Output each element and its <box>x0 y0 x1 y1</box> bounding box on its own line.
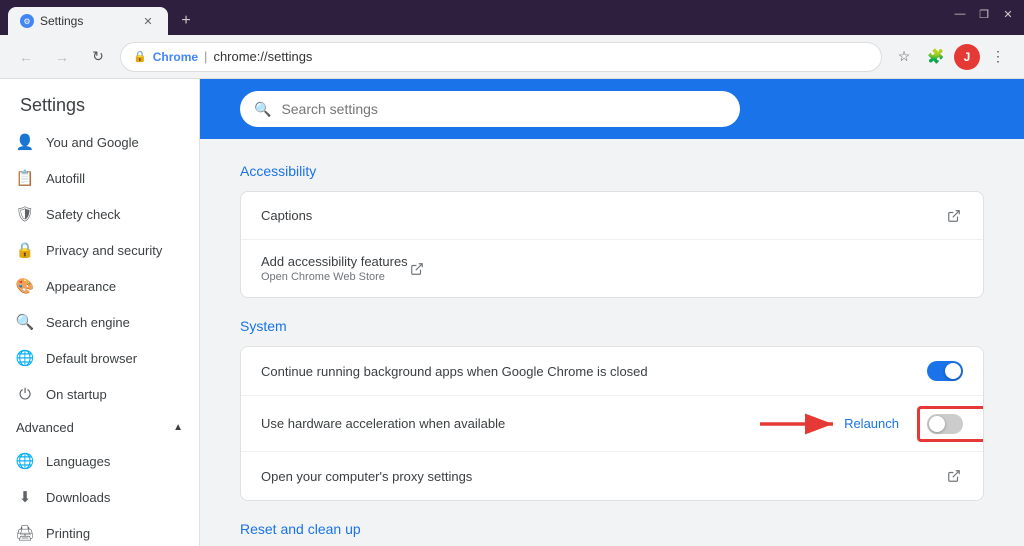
sidebar-item-you-and-google[interactable]: 👤 You and Google <box>0 124 199 160</box>
add-accessibility-label: Add accessibility features <box>261 254 408 269</box>
sidebar-label-printing: Printing <box>46 526 90 541</box>
hardware-acceleration-label: Use hardware acceleration when available <box>261 416 836 431</box>
sidebar-label-privacy: Privacy and security <box>46 243 162 258</box>
toolbar: ← → ↻ 🔒 Chrome | chrome://settings ☆ 🧩 J… <box>0 35 1024 79</box>
startup-icon: ⏻ <box>16 385 34 403</box>
hardware-acceleration-right: Relaunch <box>836 410 963 437</box>
sidebar-item-printing[interactable]: 🖨 Printing <box>0 515 199 546</box>
active-tab[interactable]: ⚙ Settings ✕ <box>8 7 168 35</box>
proxy-external-icon <box>945 467 963 485</box>
menu-button[interactable]: ⋮ <box>984 43 1012 71</box>
background-apps-toggle[interactable] <box>927 361 963 381</box>
search-icon: 🔍 <box>254 101 271 118</box>
forward-button[interactable]: → <box>48 43 76 71</box>
background-apps-toggle-area <box>927 361 963 381</box>
title-bar: ⚙ Settings ✕ + — ❐ ✕ <box>0 0 1024 35</box>
address-bar[interactable]: 🔒 Chrome | chrome://settings <box>120 42 882 72</box>
chrome-logo: Chrome <box>153 50 198 64</box>
add-accessibility-row[interactable]: Add accessibility features Open Chrome W… <box>241 240 983 297</box>
advanced-chevron: ▲ <box>173 422 183 433</box>
captions-external-icon <box>945 207 963 225</box>
add-accessibility-sublabel: Open Chrome Web Store <box>261 271 408 283</box>
relaunch-button[interactable]: Relaunch <box>836 410 907 437</box>
proxy-settings-label: Open your computer's proxy settings <box>261 469 945 484</box>
sidebar-item-safety-check[interactable]: 🛡 Safety check <box>0 196 199 232</box>
sidebar-label-autofill: Autofill <box>46 171 85 186</box>
appearance-icon: 🎨 <box>16 277 34 295</box>
background-apps-label: Continue running background apps when Go… <box>261 364 927 379</box>
settings-page: Settings 👤 You and Google 📋 Autofill 🛡 S… <box>0 79 1024 546</box>
restore-button[interactable]: ❐ <box>976 6 992 22</box>
proxy-settings-row[interactable]: Open your computer's proxy settings <box>241 452 983 500</box>
sidebar-item-downloads[interactable]: ⬇ Downloads <box>0 479 199 515</box>
captions-row[interactable]: Captions <box>241 192 983 240</box>
window-controls: — ❐ ✕ <box>952 6 1016 22</box>
print-icon: 🖨 <box>16 524 34 542</box>
languages-icon: 🌐 <box>16 452 34 470</box>
sidebar-item-privacy[interactable]: 🔒 Privacy and security <box>0 232 199 268</box>
minimize-button[interactable]: — <box>952 6 968 22</box>
advanced-section-header[interactable]: Advanced ▲ <box>0 412 199 443</box>
red-arrow-icon <box>755 404 845 444</box>
accessibility-card: Captions Add accessibility features Open… <box>240 191 984 298</box>
sidebar-label-you-and-google: You and Google <box>46 135 139 150</box>
search-box[interactable]: 🔍 <box>240 91 740 127</box>
advanced-label: Advanced <box>16 420 74 435</box>
reload-button[interactable]: ↻ <box>84 43 112 71</box>
sidebar-item-search-engine[interactable]: 🔍 Search engine <box>0 304 199 340</box>
hardware-acceleration-row[interactable]: Use hardware acceleration when available <box>241 396 983 452</box>
hardware-acceleration-toggle-knob <box>929 416 945 432</box>
hardware-acceleration-toggle[interactable] <box>927 414 963 434</box>
sidebar-label-safety-check: Safety check <box>46 207 120 222</box>
sidebar-label-downloads: Downloads <box>46 490 110 505</box>
browser-frame: ⚙ Settings ✕ + — ❐ ✕ ← → ↻ 🔒 Chrome | ch… <box>0 0 1024 546</box>
back-button[interactable]: ← <box>12 43 40 71</box>
reset-section-title: Reset and clean up <box>240 521 984 537</box>
sidebar-label-languages: Languages <box>46 454 110 469</box>
sidebar-label-search-engine: Search engine <box>46 315 130 330</box>
system-card: Continue running background apps when Go… <box>240 346 984 501</box>
lock-icon: 🔒 <box>133 50 147 63</box>
captions-label: Captions <box>261 208 945 223</box>
settings-search-bar: 🔍 <box>200 79 1024 139</box>
hardware-toggle-container <box>927 414 963 434</box>
bookmark-button[interactable]: ☆ <box>890 43 918 71</box>
profile-button[interactable]: J <box>954 44 980 70</box>
lock-nav-icon: 🔒 <box>16 241 34 259</box>
background-apps-row[interactable]: Continue running background apps when Go… <box>241 347 983 396</box>
sidebar-label-on-startup: On startup <box>46 387 107 402</box>
sidebar-item-default-browser[interactable]: 🌐 Default browser <box>0 340 199 376</box>
sidebar-item-autofill[interactable]: 📋 Autofill <box>0 160 199 196</box>
url-separator: | <box>204 49 207 64</box>
extensions-button[interactable]: 🧩 <box>922 43 950 71</box>
new-tab-button[interactable]: + <box>172 7 200 35</box>
person-icon: 👤 <box>16 133 34 151</box>
tab-title: Settings <box>40 14 83 28</box>
close-button[interactable]: ✕ <box>1000 6 1016 22</box>
tab-close-button[interactable]: ✕ <box>140 13 156 29</box>
sidebar: Settings 👤 You and Google 📋 Autofill 🛡 S… <box>0 79 200 546</box>
add-accessibility-external-icon <box>408 260 426 278</box>
toolbar-right: ☆ 🧩 J ⋮ <box>890 43 1012 71</box>
sidebar-item-languages[interactable]: 🌐 Languages <box>0 443 199 479</box>
tab-favicon: ⚙ <box>20 14 34 28</box>
autofill-icon: 📋 <box>16 169 34 187</box>
accessibility-section-title: Accessibility <box>240 163 984 179</box>
search-input[interactable] <box>281 101 726 117</box>
background-apps-toggle-knob <box>945 363 961 379</box>
url-text: chrome://settings <box>213 49 312 64</box>
sidebar-label-appearance: Appearance <box>46 279 116 294</box>
sidebar-title: Settings <box>0 79 199 124</box>
download-icon: ⬇ <box>16 488 34 506</box>
sidebar-scroll: 👤 You and Google 📋 Autofill 🛡 Safety che… <box>0 124 199 546</box>
main-content: Accessibility Captions Add accessibility… <box>200 139 1024 546</box>
system-section-title: System <box>240 318 984 334</box>
search-nav-icon: 🔍 <box>16 313 34 331</box>
sidebar-item-appearance[interactable]: 🎨 Appearance <box>0 268 199 304</box>
sidebar-item-on-startup[interactable]: ⏻ On startup <box>0 376 199 412</box>
globe-icon: 🌐 <box>16 349 34 367</box>
sidebar-label-default-browser: Default browser <box>46 351 137 366</box>
shield-icon: 🛡 <box>16 205 34 223</box>
